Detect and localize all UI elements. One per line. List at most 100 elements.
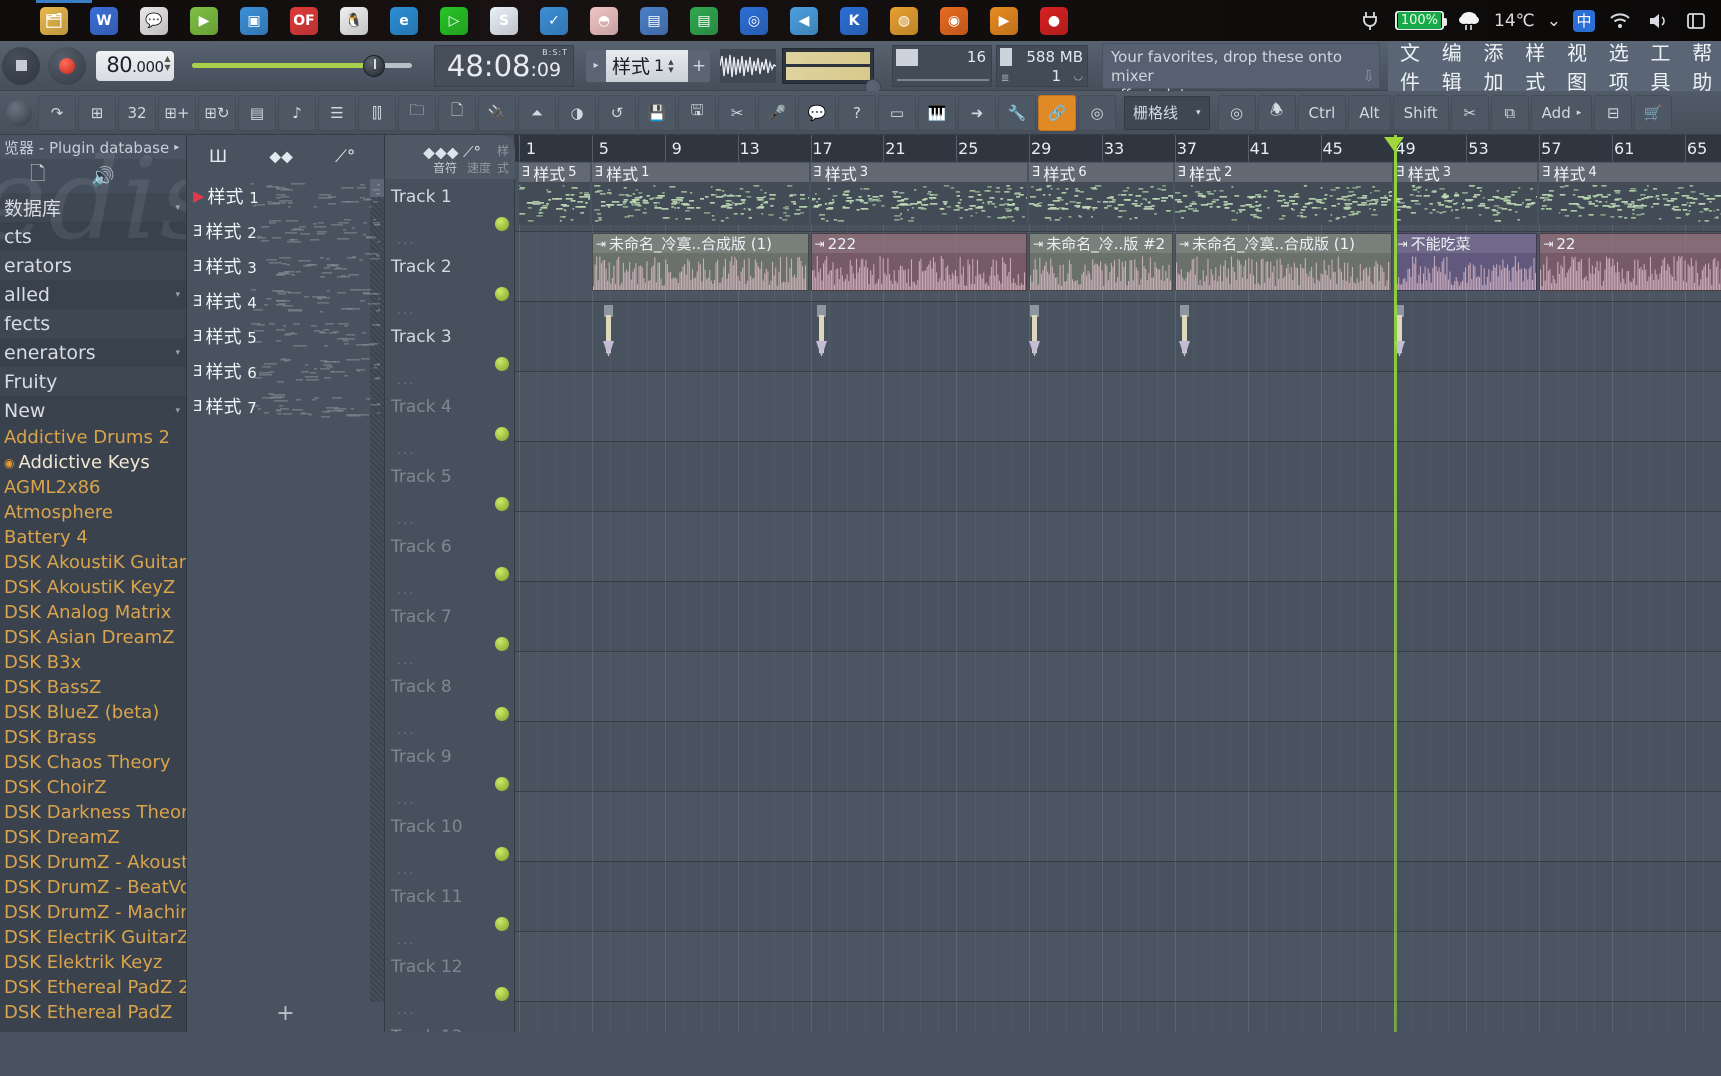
pattern-menu-icon[interactable]: ▸ — [586, 49, 606, 82]
browser-icon[interactable]: 🗀 — [398, 94, 436, 131]
browser-plugin-10[interactable]: AGML2x86 — [0, 475, 186, 500]
audio-clip-2[interactable]: ⇥ 222 — [810, 233, 1028, 291]
tempo-spinner[interactable]: ▲ ▼ — [164, 54, 170, 72]
browser-plugin-11[interactable]: Atmosphere — [0, 500, 186, 525]
plug-icon[interactable] — [1357, 8, 1383, 34]
master-volume-slider[interactable] — [192, 51, 412, 81]
audio-clip-4[interactable]: ⇥ 未命名_冷寞..合成版 (1) — [1174, 233, 1392, 291]
wps-writer-icon[interactable]: W — [90, 6, 118, 35]
track-name-10[interactable]: Track 10 — [385, 817, 515, 837]
browser-plugin-26[interactable]: DSK DrumZ - BeatVoiZe — [0, 875, 186, 900]
track-enable-led-4[interactable] — [495, 427, 509, 441]
browser-plugin-27[interactable]: DSK DrumZ - MachineZ — [0, 900, 186, 925]
project-icon[interactable]: 🗋 — [438, 94, 476, 131]
cut-icon[interactable]: ✂ — [718, 94, 756, 131]
pattern-icon[interactable]: Ǝ — [193, 222, 202, 240]
tempo-tap-icon[interactable]: ⏶ — [518, 94, 556, 131]
track-enable-led-10[interactable] — [495, 847, 509, 861]
scissors-icon[interactable]: ✂ — [1450, 94, 1489, 131]
input-method-icon[interactable]: 中 — [1573, 9, 1595, 32]
browser-folder-4[interactable]: fects — [0, 309, 186, 338]
menu-item-2[interactable]: 添加 — [1484, 37, 1513, 95]
browser-plugin-17[interactable]: DSK B3x — [0, 650, 186, 675]
browser-folder-7[interactable]: New ▾ — [0, 396, 186, 425]
metronome-icon[interactable]: 🕭 — [1257, 94, 1296, 131]
compass-icon[interactable]: ◎ — [740, 6, 768, 35]
automation-marker-1[interactable] — [602, 305, 614, 361]
browser-plugin-30[interactable]: DSK Ethereal PadZ 2 — [0, 975, 186, 1000]
automation-marker-4[interactable] — [1178, 305, 1190, 361]
chevron-down-icon[interactable]: ▾ — [175, 348, 180, 358]
menu-item-3[interactable]: 样式 — [1525, 37, 1554, 95]
track-enable-led-1[interactable] — [495, 217, 509, 231]
battery-indicator[interactable]: 100% — [1394, 11, 1448, 30]
playlist-icon[interactable]: ▤ — [238, 94, 276, 131]
shift-modifier-button[interactable]: Shift — [1392, 94, 1449, 131]
track-enable-led-9[interactable] — [495, 777, 509, 791]
pattern-item-1[interactable]: ▶ 样式 1 — [191, 179, 380, 212]
track-name-13[interactable]: Track 13 — [385, 1027, 515, 1032]
track-name-11[interactable]: Track 11 — [385, 887, 515, 907]
track-name-8[interactable]: Track 8 — [385, 677, 515, 697]
browser-breadcrumb[interactable]: 览器 - Plugin database ▸ — [0, 135, 186, 159]
save-icon[interactable]: 💾 — [638, 94, 676, 131]
file-icon[interactable]: 🗋 — [30, 160, 45, 192]
chevron-down-icon[interactable]: ▾ — [175, 290, 180, 300]
audio-clip-1[interactable]: ⇥ 未命名_冷寞..合成版 (1) — [591, 233, 809, 291]
track-name-9[interactable]: Track 9 — [385, 747, 515, 767]
orange-ball-icon[interactable]: ◉ — [940, 6, 968, 35]
browser-plugin-12[interactable]: Battery 4 — [0, 525, 186, 550]
fl-logo-knob[interactable] — [6, 99, 32, 126]
kugou-icon[interactable]: K — [840, 6, 868, 35]
speaker-icon[interactable] — [1645, 8, 1671, 34]
browser-folder-5[interactable]: enerators ▾ — [0, 338, 186, 367]
pattern-clip-6[interactable]: Ǝ 样式 3 — [1393, 163, 1538, 225]
editor-blue-icon[interactable]: ✓ — [540, 6, 568, 35]
undo-icon[interactable]: ↺ — [598, 94, 636, 131]
breadcrumb-chevron-icon[interactable]: ▸ — [174, 142, 179, 153]
browser-folder-1[interactable]: cts — [0, 222, 186, 251]
loop-pattern-icon[interactable]: ⊞↻ — [198, 94, 236, 131]
playhead-marker[interactable] — [1383, 137, 1404, 151]
snap-chevron-icon[interactable]: ▾ — [1196, 108, 1201, 118]
track-enable-led-11[interactable] — [495, 917, 509, 931]
pattern-clip-1[interactable]: Ǝ 样式 5 — [519, 163, 590, 225]
track-enable-led-5[interactable] — [495, 497, 509, 511]
browser-folder-0[interactable]: 数据库 ▾ — [0, 193, 186, 222]
browser-plugin-31[interactable]: DSK Ethereal PadZ — [0, 1000, 186, 1025]
menu-item-1[interactable]: 编辑 — [1442, 37, 1471, 95]
wave-icon[interactable]: ⬥⬥ — [269, 147, 293, 167]
pattern-icon[interactable]: Ǝ — [193, 257, 202, 275]
cloud-rain-icon[interactable] — [1456, 8, 1482, 34]
copy-icon[interactable]: ⧉ — [1490, 94, 1529, 131]
playlist-grid[interactable]: 1591317212529333741454953576165697377 Ǝ样… — [515, 135, 1721, 1032]
audio-clip-3[interactable]: ⇥ 未命名_冷..版 #2 — [1029, 233, 1173, 291]
add-chevron-icon[interactable]: ▸ — [1577, 108, 1582, 118]
media-player-icon[interactable]: ▶ — [190, 6, 218, 35]
mute-icon[interactable]: ⊟ — [1594, 94, 1633, 131]
pattern-play-icon[interactable]: ▶ — [193, 187, 205, 205]
help-icon[interactable]: ? — [838, 94, 876, 131]
browser-plugin-19[interactable]: DSK BlueZ (beta) — [0, 700, 186, 725]
pattern-item-7[interactable]: Ǝ 样式 7 — [191, 389, 380, 422]
pattern-item-3[interactable]: Ǝ 样式 3 — [191, 249, 380, 282]
chevron-down-icon[interactable]: ▾ — [175, 406, 180, 416]
browser-plugin-18[interactable]: DSK BassZ — [0, 675, 186, 700]
track-name-7[interactable]: Track 7 — [385, 607, 515, 627]
piano-icon[interactable]: 🎹 — [918, 94, 956, 131]
add-pattern-button[interactable]: + — [688, 49, 710, 82]
browser-plugin-25[interactable]: DSK DrumZ - AkoustiK — [0, 850, 186, 875]
speaker-icon[interactable]: 🔊 — [91, 165, 115, 188]
track-enable-led-6[interactable] — [495, 567, 509, 581]
alt-modifier-button[interactable]: Alt — [1348, 94, 1391, 131]
fl-studio-icon[interactable]: ▶ — [990, 6, 1018, 35]
plugin-picker-icon[interactable]: 🔌 — [478, 94, 516, 131]
mixer-icon[interactable]: ⫿⫿ — [358, 94, 396, 131]
track-enable-led-2[interactable] — [495, 287, 509, 301]
pattern-item-4[interactable]: Ǝ 样式 4 — [191, 284, 380, 317]
timeline-ruler[interactable]: 1591317212529333741454953576165697377 — [515, 135, 1721, 161]
browser-folder-2[interactable]: erators — [0, 251, 186, 280]
browser-folder-3[interactable]: alled ▾ — [0, 280, 186, 309]
document-scan-icon[interactable]: ▤ — [640, 6, 668, 35]
browser-plugin-21[interactable]: DSK Chaos Theory — [0, 750, 186, 775]
